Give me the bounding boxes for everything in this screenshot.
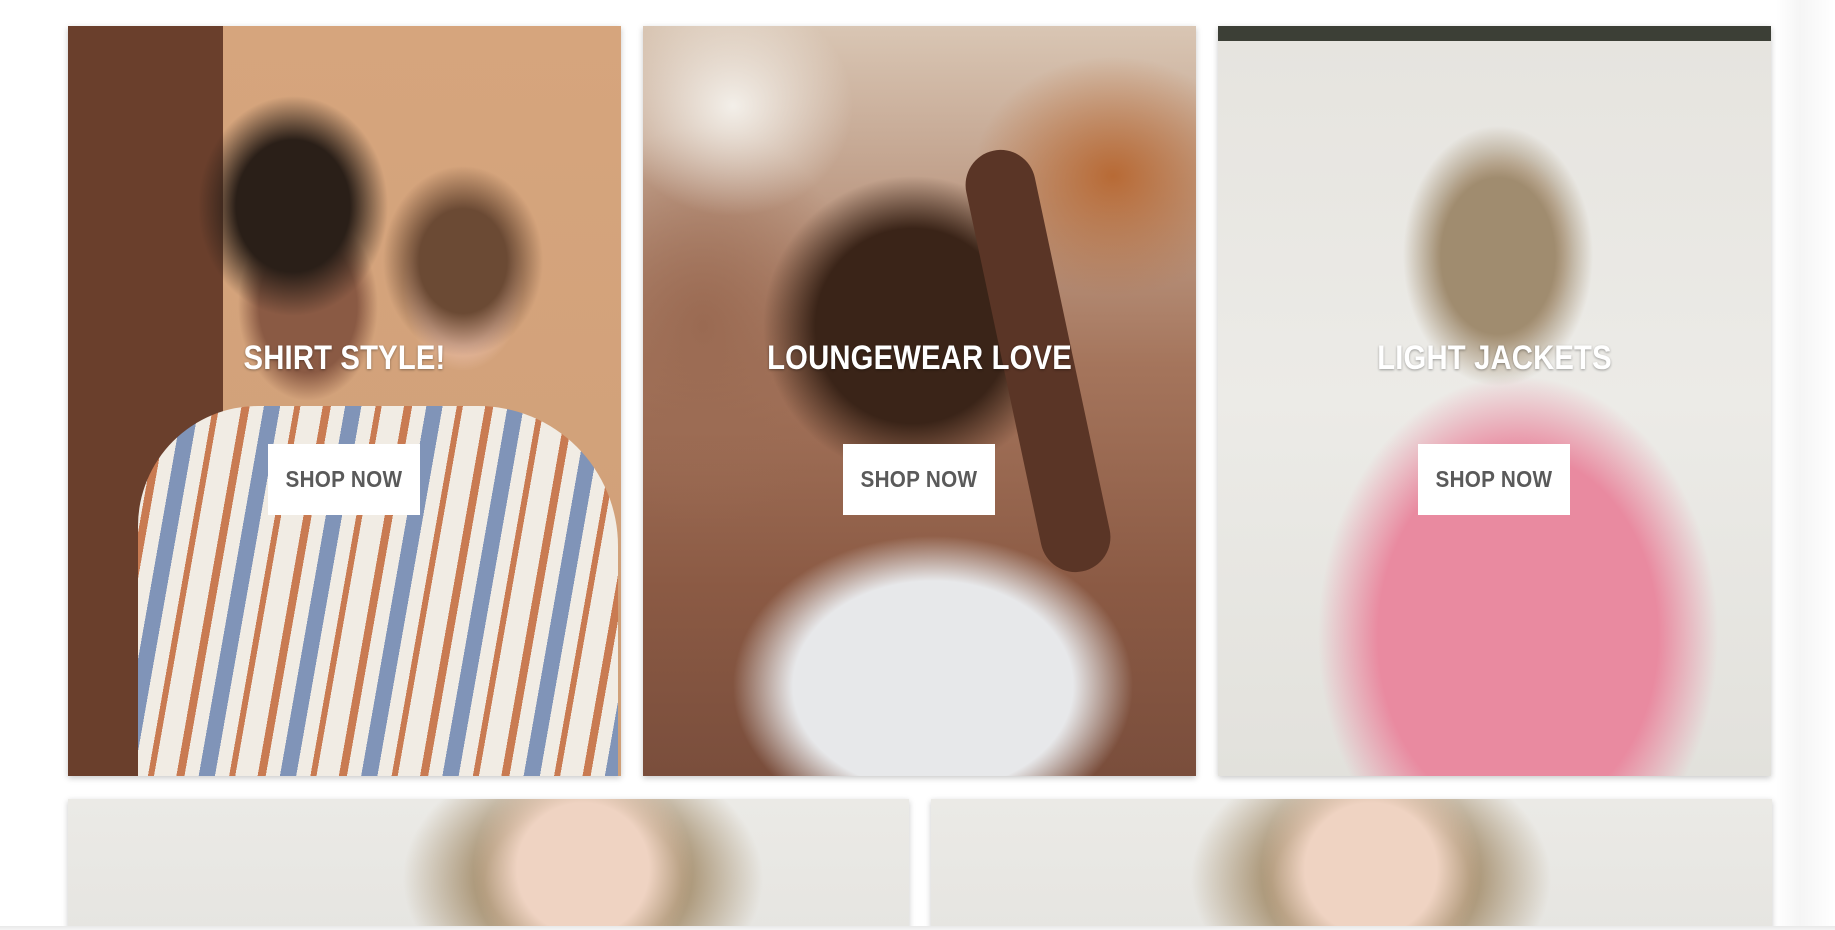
page: SHIRT STYLE! SHOP NOW LOUNGEWEAR LOVE SH… [0, 0, 1835, 930]
promo-title: LOUNGEWEAR LOVE [767, 339, 1072, 377]
scroll-edge-shadow [1776, 0, 1835, 930]
shop-now-button[interactable]: SHOP NOW [843, 444, 995, 515]
promo-image [1218, 26, 1771, 776]
shop-now-label: SHOP NOW [860, 466, 978, 492]
promo-tile-row2-right[interactable] [931, 799, 1772, 929]
promo-tile-light-jackets[interactable]: LIGHT JACKETS SHOP NOW [1218, 26, 1771, 776]
promo-image [68, 799, 909, 929]
shop-now-button[interactable]: SHOP NOW [1418, 444, 1570, 515]
promo-title: LIGHT JACKETS [1377, 339, 1612, 377]
shop-now-button[interactable]: SHOP NOW [268, 444, 420, 515]
shop-now-label: SHOP NOW [1435, 466, 1553, 492]
promo-image [931, 799, 1772, 929]
promo-tile-shirt-style[interactable]: SHIRT STYLE! SHOP NOW [68, 26, 621, 776]
shop-now-label: SHOP NOW [285, 466, 403, 492]
promo-tile-loungewear-love[interactable]: LOUNGEWEAR LOVE SHOP NOW [643, 26, 1196, 776]
promo-image [643, 26, 1196, 776]
page-bottom-edge [0, 926, 1835, 930]
promo-title: SHIRT STYLE! [243, 339, 446, 377]
promo-tile-row2-left[interactable] [68, 799, 909, 929]
